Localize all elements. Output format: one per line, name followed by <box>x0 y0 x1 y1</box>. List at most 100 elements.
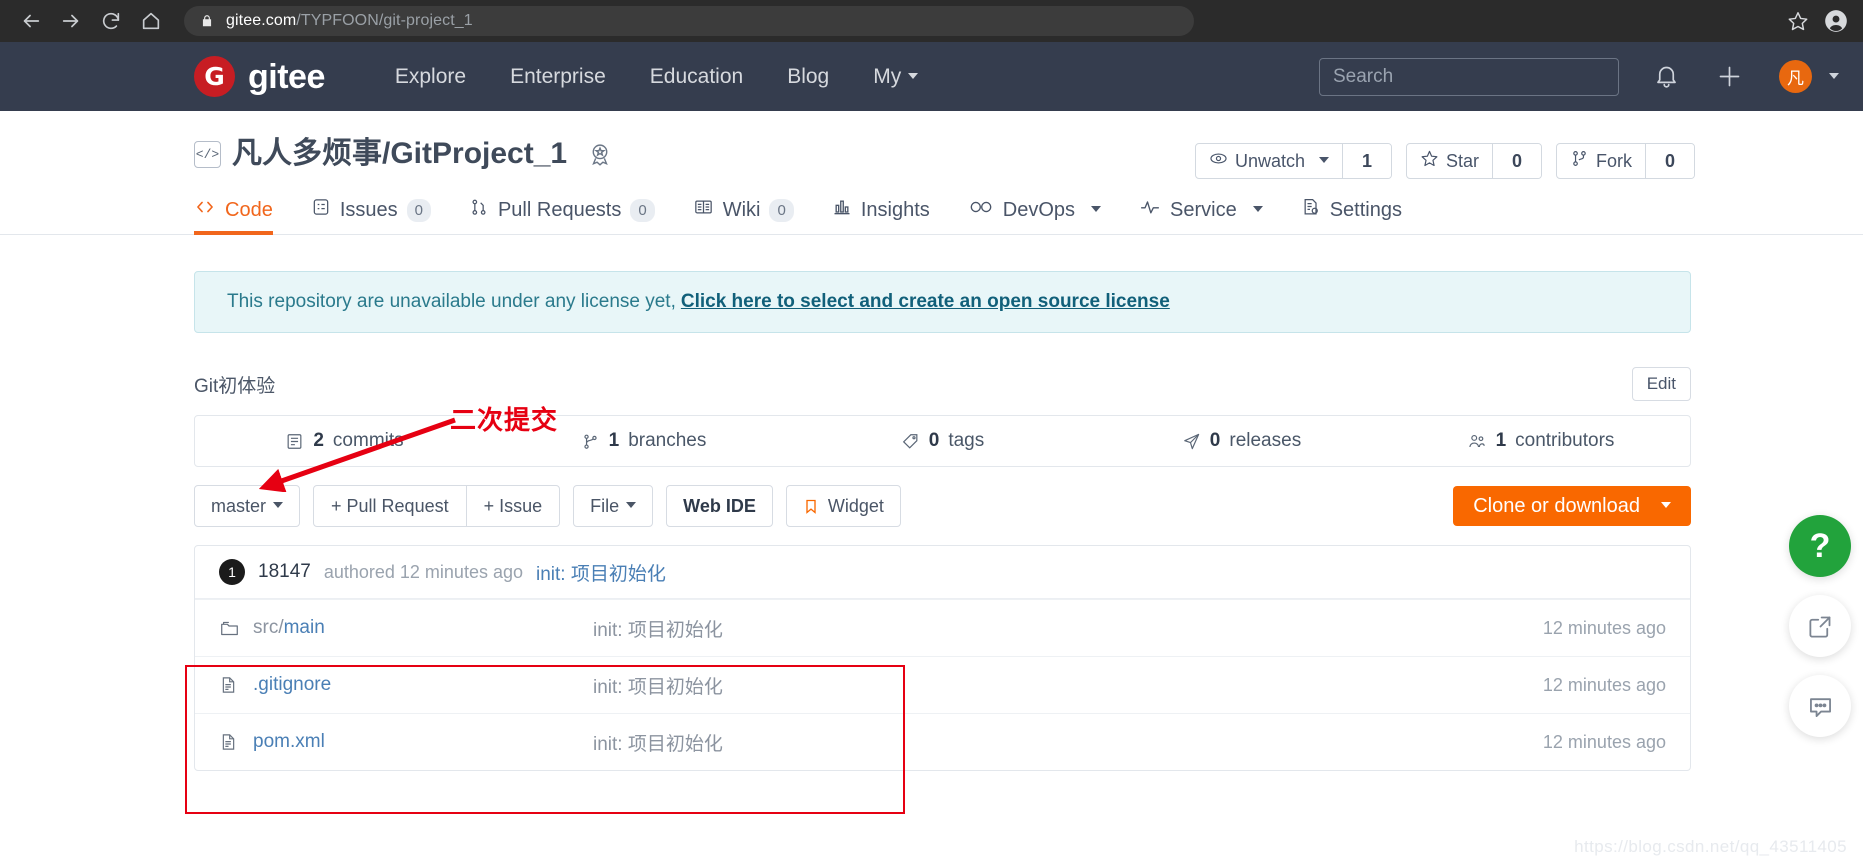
tab-count: 0 <box>630 199 654 222</box>
tab-service[interactable]: Service <box>1120 197 1282 234</box>
help-question-icon[interactable]: ? <box>1789 515 1851 577</box>
fork-icon <box>1570 149 1589 173</box>
branch-label: master <box>211 496 266 517</box>
gitee-logo-mark: G <box>194 56 235 97</box>
share-external-icon[interactable] <box>1789 595 1851 657</box>
repo-tabs: Code Issues 0 Pull Requests 0 Wiki 0 <box>0 191 1863 235</box>
star-count: 0 <box>1492 144 1541 178</box>
tab-label: Settings <box>1330 199 1402 222</box>
latest-commit-row: 1 18147 authored 12 minutes ago init: 项目… <box>195 546 1690 599</box>
reload-icon[interactable] <box>94 4 128 38</box>
file-name[interactable]: pom.xml <box>253 731 593 753</box>
file-name[interactable]: .gitignore <box>253 674 593 696</box>
fork-count: 0 <box>1645 144 1694 178</box>
tab-label: Wiki <box>723 199 761 222</box>
stat-count: 0 <box>929 430 940 452</box>
tab-settings[interactable]: Settings <box>1282 197 1421 234</box>
watch-count: 1 <box>1342 144 1391 178</box>
gitee-logo[interactable]: G gitee <box>194 56 325 97</box>
address-bar[interactable]: gitee.com/TYPFOON/git-project_1 <box>184 6 1194 36</box>
web-ide-button[interactable]: Web IDE <box>666 485 773 527</box>
watermark: https://blog.csdn.net/qq_43511405 <box>1574 837 1847 857</box>
nav-item-blog[interactable]: Blog <box>765 65 851 89</box>
pulse-icon <box>1139 197 1161 223</box>
nav-label: Explore <box>395 65 466 88</box>
tab-issues[interactable]: Issues 0 <box>292 197 450 234</box>
file-name[interactable]: src/main <box>253 617 593 639</box>
nav-item-education[interactable]: Education <box>628 65 765 89</box>
repo-action-buttons: Unwatch 1 Star 0 <box>1195 143 1695 179</box>
branch-icon <box>581 432 600 451</box>
chevron-down-icon <box>273 502 283 508</box>
license-notice-link[interactable]: Click here to select and create an open … <box>681 291 1170 313</box>
gitee-logo-text: gitee <box>248 60 325 94</box>
back-arrow-icon[interactable] <box>14 4 48 38</box>
commit-timestamp: authored 12 minutes ago <box>324 562 523 583</box>
forward-arrow-icon[interactable] <box>54 4 88 38</box>
table-row[interactable]: pom.xml init: 项目初始化 12 minutes ago <box>195 713 1690 770</box>
new-pull-request-button[interactable]: + Pull Request <box>314 486 466 526</box>
tab-label: Insights <box>861 199 930 222</box>
tab-pull-requests[interactable]: Pull Requests 0 <box>450 197 674 234</box>
fork-button-group[interactable]: Fork 0 <box>1556 143 1695 179</box>
notification-bell-icon[interactable] <box>1653 63 1680 90</box>
new-issue-button[interactable]: + Issue <box>466 486 560 526</box>
nav-item-enterprise[interactable]: Enterprise <box>488 65 628 89</box>
watch-button-group[interactable]: Unwatch 1 <box>1195 143 1392 179</box>
stat-label: branches <box>628 430 706 452</box>
bookmark-star-icon[interactable] <box>1787 10 1809 32</box>
tab-label: Code <box>225 199 273 222</box>
commit-author-avatar[interactable]: 1 <box>219 559 245 585</box>
release-rocket-icon <box>1182 432 1201 451</box>
star-button[interactable]: Star <box>1407 144 1492 178</box>
clone-or-download-button[interactable]: Clone or download <box>1453 486 1691 526</box>
user-avatar[interactable]: 凡 <box>1779 60 1812 93</box>
feedback-comment-icon[interactable] <box>1789 675 1851 737</box>
stat-tags[interactable]: 0 tags <box>793 430 1092 452</box>
repo-header: </> 凡人多烦事/GitProject_1 Unwatch 1 <box>0 111 1863 169</box>
tab-devops[interactable]: DevOps <box>949 197 1120 234</box>
award-badge-icon[interactable] <box>587 141 613 167</box>
chevron-down-icon <box>1661 502 1671 508</box>
tab-label: Service <box>1170 199 1237 222</box>
tab-code[interactable]: Code <box>194 197 292 234</box>
license-notice-text: This repository are unavailable under an… <box>227 291 676 313</box>
nav-item-explore[interactable]: Explore <box>373 65 488 89</box>
header-right-controls: Search 凡 <box>1319 58 1863 96</box>
edit-description-button[interactable]: Edit <box>1632 367 1691 401</box>
tab-label: DevOps <box>1003 199 1075 222</box>
license-notice: This repository are unavailable under an… <box>194 271 1691 333</box>
address-bar-url: gitee.com/TYPFOON/git-project_1 <box>226 12 473 30</box>
profile-avatar-icon[interactable] <box>1823 8 1849 34</box>
commit-author-name[interactable]: 18147 <box>258 561 311 583</box>
tab-insights[interactable]: Insights <box>813 197 949 234</box>
plus-icon[interactable] <box>1716 63 1743 90</box>
home-icon[interactable] <box>134 4 168 38</box>
chevron-down-icon[interactable] <box>1829 73 1839 79</box>
widget-button[interactable]: Widget <box>786 485 901 527</box>
repo-owner-name[interactable]: 凡人多烦事/GitProject_1 <box>232 139 567 169</box>
annotation-arrow-icon <box>245 412 465 492</box>
file-menu-button[interactable]: File <box>573 485 653 527</box>
floating-action-buttons: ? <box>1789 515 1851 737</box>
stat-releases[interactable]: 0 releases <box>1092 430 1391 452</box>
search-input[interactable]: Search <box>1319 58 1619 96</box>
fork-button[interactable]: Fork <box>1557 144 1645 178</box>
chevron-down-icon <box>1319 157 1329 163</box>
repo-description-row: Git初体验 Edit <box>194 367 1691 401</box>
table-row[interactable]: .gitignore init: 项目初始化 12 minutes ago <box>195 656 1690 713</box>
stat-contributors[interactable]: 1 contributors <box>1391 430 1690 452</box>
tab-wiki[interactable]: Wiki 0 <box>674 197 813 234</box>
commit-message[interactable]: init: 项目初始化 <box>536 559 666 586</box>
address-bar-host: gitee.com <box>226 12 296 29</box>
star-button-group[interactable]: Star 0 <box>1406 143 1542 179</box>
file-label: File <box>590 496 619 517</box>
unwatch-button[interactable]: Unwatch <box>1196 144 1342 178</box>
tab-count: 0 <box>407 199 431 222</box>
chevron-down-icon <box>1091 206 1101 212</box>
settings-doc-icon <box>1301 197 1321 223</box>
file-path-prefix: src/ <box>253 617 284 638</box>
nav-item-my[interactable]: My <box>851 65 940 89</box>
table-row[interactable]: src/main init: 项目初始化 12 minutes ago <box>195 599 1690 656</box>
star-label: Star <box>1446 151 1479 172</box>
